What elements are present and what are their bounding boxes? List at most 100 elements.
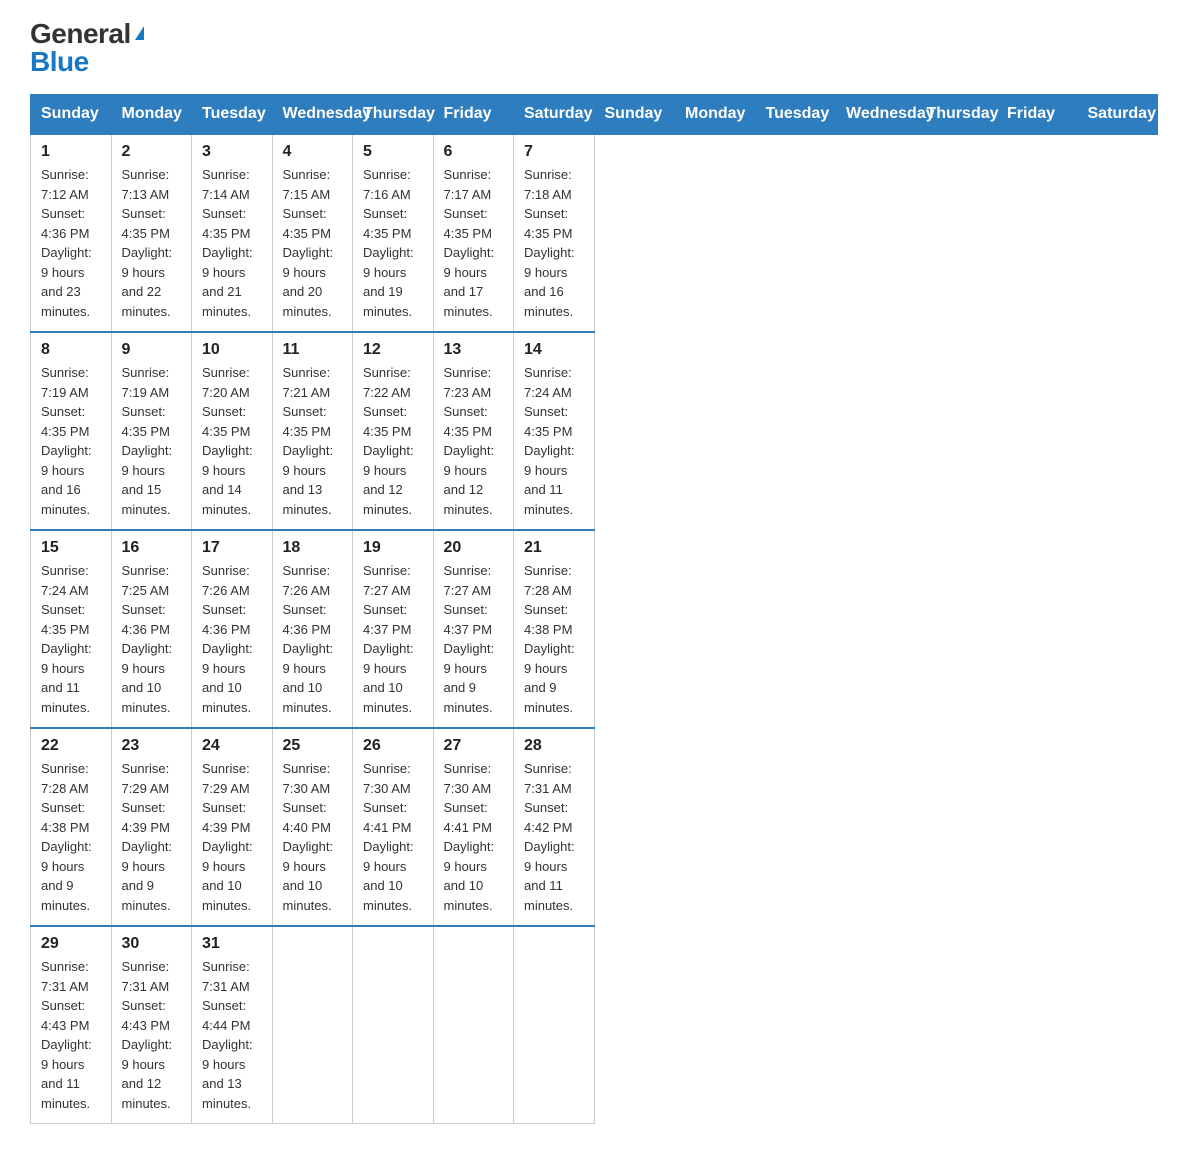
day-info: Sunrise: 7:28 AMSunset: 4:38 PMDaylight:… xyxy=(41,759,101,915)
day-cell-15: 15Sunrise: 7:24 AMSunset: 4:35 PMDayligh… xyxy=(31,530,112,728)
day-cell-3: 3Sunrise: 7:14 AMSunset: 4:35 PMDaylight… xyxy=(192,134,273,332)
day-cell-19: 19 Sunrise: 7:27 AMSunset: 4:37 PMDayligh… xyxy=(353,530,434,728)
day-number: 30 xyxy=(122,935,182,953)
day-cell-5: 5 Sunrise: 7:16 AMSunset: 4:35 PMDaylight… xyxy=(353,134,434,332)
header-tuesday: Tuesday xyxy=(192,95,273,135)
day-number: 1 xyxy=(41,143,101,161)
day-number: 24 xyxy=(202,737,262,755)
day-info: Sunrise: 7:19 AMSunset: 4:35 PMDaylight:… xyxy=(41,363,101,519)
day-cell-7: 7 Sunrise: 7:18 AMSunset: 4:35 PMDaylight… xyxy=(514,134,595,332)
day-cell-1: 1 Sunrise: 7:12 AMSunset: 4:36 PMDaylight… xyxy=(31,134,112,332)
logo-blue-text: Blue xyxy=(30,48,89,76)
day-info: Sunrise: 7:31 AMSunset: 4:42 PMDaylight:… xyxy=(524,759,584,915)
day-number: 5 xyxy=(363,143,423,161)
day-number: 20 xyxy=(444,539,504,557)
calendar-header-row: SundayMondayTuesdayWednesdayThursdayFrid… xyxy=(31,95,1158,135)
empty-cell xyxy=(433,926,514,1124)
day-number: 19 xyxy=(363,539,423,557)
header-tuesday: Tuesday xyxy=(755,95,836,135)
day-info: Sunrise: 7:13 AMSunset: 4:35 PMDaylight:… xyxy=(122,165,182,321)
week-row-1: 1 Sunrise: 7:12 AMSunset: 4:36 PMDaylight… xyxy=(31,134,1158,332)
day-number: 17 xyxy=(202,539,262,557)
day-info: Sunrise: 7:28 AMSunset: 4:38 PMDaylight:… xyxy=(524,561,584,717)
header-wednesday: Wednesday xyxy=(272,95,353,135)
day-cell-9: 9 Sunrise: 7:19 AMSunset: 4:35 PMDaylight… xyxy=(111,332,192,530)
week-row-3: 15Sunrise: 7:24 AMSunset: 4:35 PMDayligh… xyxy=(31,530,1158,728)
day-cell-2: 2Sunrise: 7:13 AMSunset: 4:35 PMDaylight… xyxy=(111,134,192,332)
day-number: 31 xyxy=(202,935,262,953)
day-info: Sunrise: 7:31 AMSunset: 4:44 PMDaylight:… xyxy=(202,957,262,1113)
logo: General Blue xyxy=(30,20,144,76)
header-friday: Friday xyxy=(997,95,1078,135)
day-info: Sunrise: 7:24 AMSunset: 4:35 PMDaylight:… xyxy=(41,561,101,717)
header-thursday: Thursday xyxy=(353,95,434,135)
day-number: 12 xyxy=(363,341,423,359)
day-info: Sunrise: 7:18 AMSunset: 4:35 PMDaylight:… xyxy=(524,165,584,321)
day-info: Sunrise: 7:29 AMSunset: 4:39 PMDaylight:… xyxy=(202,759,262,915)
day-number: 26 xyxy=(363,737,423,755)
day-info: Sunrise: 7:29 AMSunset: 4:39 PMDaylight:… xyxy=(122,759,182,915)
day-info: Sunrise: 7:21 AMSunset: 4:35 PMDaylight:… xyxy=(283,363,343,519)
day-number: 8 xyxy=(41,341,101,359)
day-cell-18: 18 Sunrise: 7:26 AMSunset: 4:36 PMDayligh… xyxy=(272,530,353,728)
day-info: Sunrise: 7:26 AMSunset: 4:36 PMDaylight:… xyxy=(202,561,262,717)
day-cell-8: 8 Sunrise: 7:19 AMSunset: 4:35 PMDaylight… xyxy=(31,332,112,530)
day-cell-24: 24 Sunrise: 7:29 AMSunset: 4:39 PMDayligh… xyxy=(192,728,273,926)
week-row-5: 29 Sunrise: 7:31 AMSunset: 4:43 PMDayligh… xyxy=(31,926,1158,1124)
day-info: Sunrise: 7:19 AMSunset: 4:35 PMDaylight:… xyxy=(122,363,182,519)
day-cell-16: 16Sunrise: 7:25 AMSunset: 4:36 PMDayligh… xyxy=(111,530,192,728)
day-info: Sunrise: 7:26 AMSunset: 4:36 PMDaylight:… xyxy=(283,561,343,717)
day-cell-21: 21Sunrise: 7:28 AMSunset: 4:38 PMDayligh… xyxy=(514,530,595,728)
header-saturday: Saturday xyxy=(514,95,595,135)
day-number: 14 xyxy=(524,341,584,359)
day-info: Sunrise: 7:27 AMSunset: 4:37 PMDaylight:… xyxy=(363,561,423,717)
day-cell-10: 10 Sunrise: 7:20 AMSunset: 4:35 PMDayligh… xyxy=(192,332,273,530)
day-info: Sunrise: 7:30 AMSunset: 4:40 PMDaylight:… xyxy=(283,759,343,915)
day-number: 10 xyxy=(202,341,262,359)
page-header: General Blue xyxy=(30,20,1158,76)
day-number: 25 xyxy=(283,737,343,755)
day-info: Sunrise: 7:23 AMSunset: 4:35 PMDaylight:… xyxy=(444,363,504,519)
header-monday: Monday xyxy=(675,95,756,135)
day-info: Sunrise: 7:30 AMSunset: 4:41 PMDaylight:… xyxy=(444,759,504,915)
day-info: Sunrise: 7:24 AMSunset: 4:35 PMDaylight:… xyxy=(524,363,584,519)
header-monday: Monday xyxy=(111,95,192,135)
day-number: 9 xyxy=(122,341,182,359)
day-cell-26: 26 Sunrise: 7:30 AMSunset: 4:41 PMDayligh… xyxy=(353,728,434,926)
day-info: Sunrise: 7:25 AMSunset: 4:36 PMDaylight:… xyxy=(122,561,182,717)
day-cell-30: 30Sunrise: 7:31 AMSunset: 4:43 PMDayligh… xyxy=(111,926,192,1124)
day-info: Sunrise: 7:16 AMSunset: 4:35 PMDaylight:… xyxy=(363,165,423,321)
day-cell-14: 14 Sunrise: 7:24 AMSunset: 4:35 PMDayligh… xyxy=(514,332,595,530)
day-cell-13: 13Sunrise: 7:23 AMSunset: 4:35 PMDayligh… xyxy=(433,332,514,530)
day-cell-4: 4Sunrise: 7:15 AMSunset: 4:35 PMDaylight… xyxy=(272,134,353,332)
day-cell-17: 17 Sunrise: 7:26 AMSunset: 4:36 PMDayligh… xyxy=(192,530,273,728)
day-number: 28 xyxy=(524,737,584,755)
day-cell-11: 11 Sunrise: 7:21 AMSunset: 4:35 PMDayligh… xyxy=(272,332,353,530)
day-cell-31: 31 Sunrise: 7:31 AMSunset: 4:44 PMDayligh… xyxy=(192,926,273,1124)
day-cell-27: 27Sunrise: 7:30 AMSunset: 4:41 PMDayligh… xyxy=(433,728,514,926)
week-row-4: 22 Sunrise: 7:28 AMSunset: 4:38 PMDayligh… xyxy=(31,728,1158,926)
day-number: 11 xyxy=(283,341,343,359)
header-friday: Friday xyxy=(433,95,514,135)
day-info: Sunrise: 7:27 AMSunset: 4:37 PMDaylight:… xyxy=(444,561,504,717)
day-info: Sunrise: 7:17 AMSunset: 4:35 PMDaylight:… xyxy=(444,165,504,321)
day-number: 4 xyxy=(283,143,343,161)
day-info: Sunrise: 7:20 AMSunset: 4:35 PMDaylight:… xyxy=(202,363,262,519)
day-cell-20: 20 Sunrise: 7:27 AMSunset: 4:37 PMDayligh… xyxy=(433,530,514,728)
header-saturday: Saturday xyxy=(1077,95,1158,135)
day-info: Sunrise: 7:30 AMSunset: 4:41 PMDaylight:… xyxy=(363,759,423,915)
day-info: Sunrise: 7:31 AMSunset: 4:43 PMDaylight:… xyxy=(41,957,101,1113)
day-number: 6 xyxy=(444,143,504,161)
day-info: Sunrise: 7:12 AMSunset: 4:36 PMDaylight:… xyxy=(41,165,101,321)
day-cell-23: 23 Sunrise: 7:29 AMSunset: 4:39 PMDayligh… xyxy=(111,728,192,926)
header-wednesday: Wednesday xyxy=(836,95,917,135)
day-number: 7 xyxy=(524,143,584,161)
day-number: 22 xyxy=(41,737,101,755)
day-number: 23 xyxy=(122,737,182,755)
day-number: 29 xyxy=(41,935,101,953)
logo-general-text: General xyxy=(30,20,131,48)
week-row-2: 8 Sunrise: 7:19 AMSunset: 4:35 PMDaylight… xyxy=(31,332,1158,530)
header-thursday: Thursday xyxy=(916,95,997,135)
day-number: 18 xyxy=(283,539,343,557)
day-cell-25: 25 Sunrise: 7:30 AMSunset: 4:40 PMDayligh… xyxy=(272,728,353,926)
